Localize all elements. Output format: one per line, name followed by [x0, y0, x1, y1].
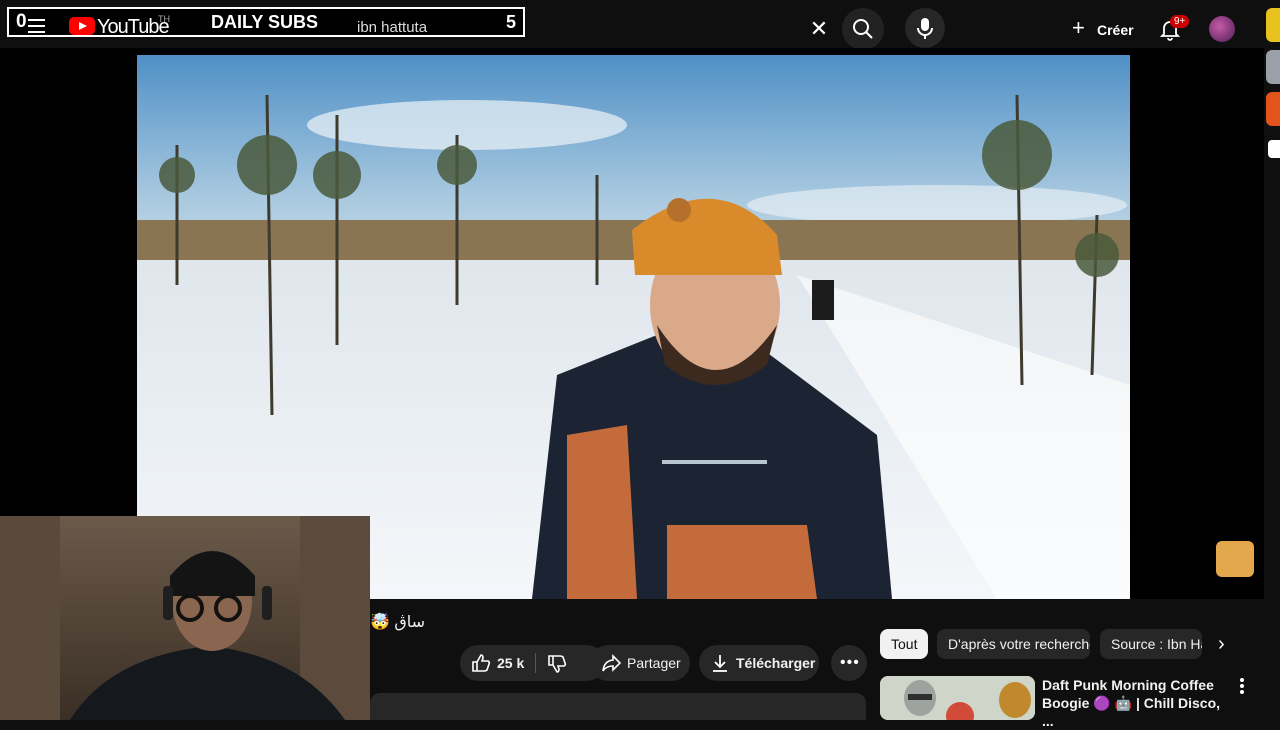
create-label: Créer — [1097, 22, 1134, 38]
chip-source[interactable]: Source : Ibn Hattuta — [1100, 629, 1202, 659]
scrollbar-thumb[interactable] — [1268, 140, 1280, 158]
dislike-icon[interactable] — [546, 653, 568, 675]
share-button[interactable]: Partager — [590, 645, 690, 681]
search-icon — [853, 19, 873, 39]
microphone-icon — [917, 18, 933, 39]
chip-all[interactable]: Tout — [880, 629, 928, 659]
voice-search-button[interactable] — [905, 8, 945, 48]
thumbnail-image — [880, 676, 1035, 720]
like-count[interactable]: 25 k — [497, 655, 524, 671]
overlay-title: DAILY SUBS — [211, 12, 319, 32]
chip-related-search[interactable]: D'après votre recherche — [937, 629, 1090, 659]
like-dislike-group: 25 k — [460, 645, 605, 681]
plus-icon: + — [1072, 15, 1085, 40]
notifications-badge: 9+ — [1170, 15, 1190, 28]
more-horizontal-icon: ••• — [840, 654, 860, 671]
like-icon[interactable] — [470, 652, 492, 674]
create-button[interactable]: + Créer — [1067, 13, 1137, 45]
download-button[interactable]: Télécharger — [699, 645, 819, 681]
description-box[interactable] — [370, 693, 866, 720]
chevron-right-icon[interactable]: › — [1218, 634, 1238, 654]
overlay-count-left: 0 — [16, 11, 27, 32]
avatar[interactable] — [1209, 16, 1235, 42]
more-actions-button[interactable]: ••• — [831, 645, 867, 681]
more-vertical-icon[interactable] — [1234, 676, 1250, 696]
webcam-scene — [0, 516, 370, 720]
recommendation-thumbnail[interactable] — [880, 676, 1035, 720]
share-label: Partager — [627, 655, 681, 671]
country-code: TH — [158, 14, 170, 24]
extension-icon[interactable] — [1266, 50, 1280, 84]
clear-search-icon[interactable]: ✕ — [808, 18, 830, 40]
search-input[interactable]: ibn hattuta — [357, 19, 427, 36]
download-icon — [713, 655, 727, 672]
download-label: Télécharger — [736, 655, 816, 671]
search-button[interactable] — [842, 8, 884, 50]
youtube-logo-icon[interactable] — [69, 17, 95, 35]
share-icon — [602, 654, 622, 672]
browser-extension-strip — [1266, 8, 1280, 148]
extension-icon[interactable] — [1266, 92, 1280, 126]
menu-icon[interactable] — [28, 19, 45, 33]
streamer-webcam — [0, 516, 370, 720]
recommendation-title[interactable]: Daft Punk Morning Coffee Boogie 🟣 🤖 | Ch… — [1042, 676, 1232, 730]
video-title: ساڨ 🤯 — [370, 614, 426, 631]
overlay-count-right: 5 — [506, 12, 517, 32]
extension-icon[interactable] — [1266, 8, 1280, 42]
channel-watermark[interactable] — [1216, 541, 1254, 577]
